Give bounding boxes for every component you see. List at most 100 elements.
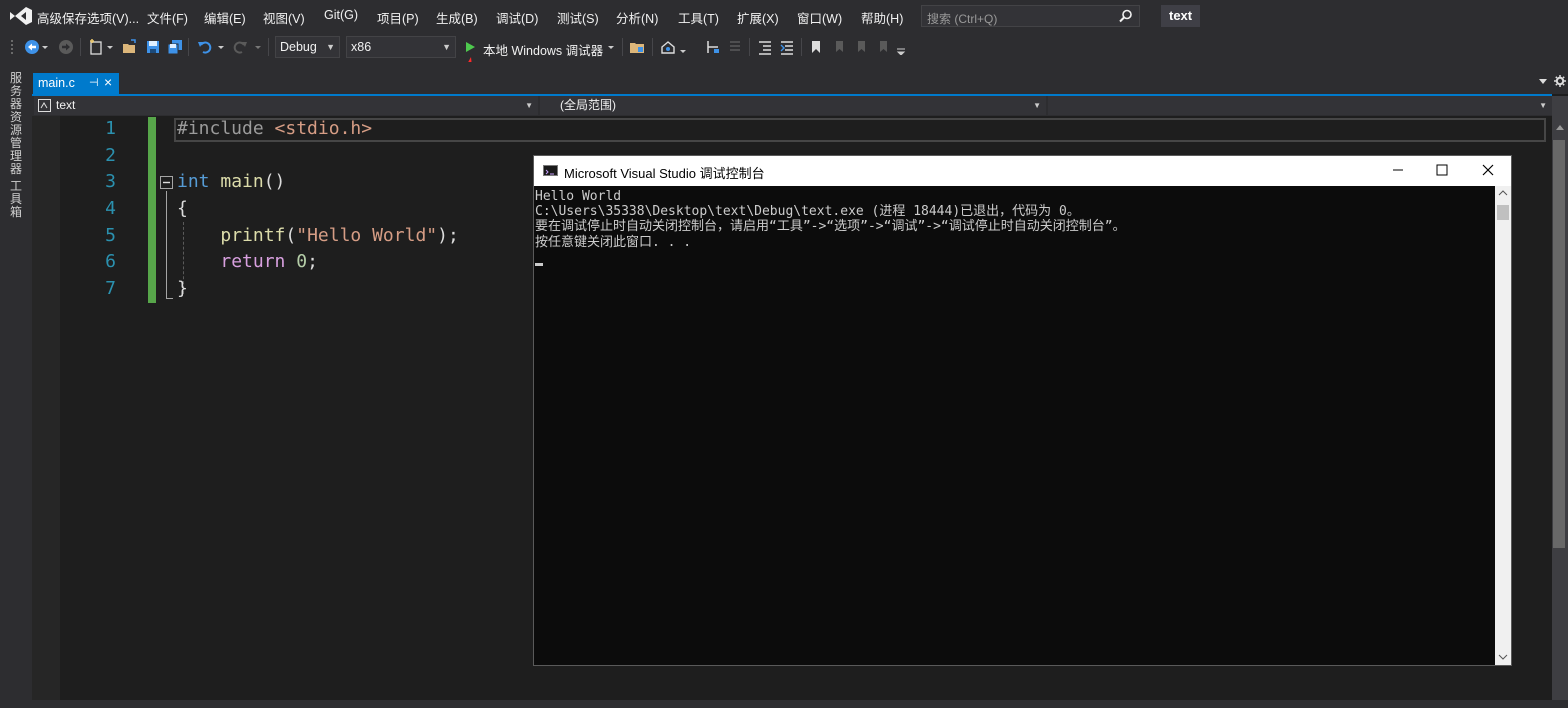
solution-name-badge: text <box>1161 5 1201 27</box>
bookmark-icon[interactable] <box>808 39 824 55</box>
close-icon[interactable]: × <box>104 74 112 90</box>
overflow-dropdown-icon[interactable] <box>679 39 687 55</box>
keyword-token: int <box>177 171 210 192</box>
line-number: 4 <box>105 198 116 219</box>
navigation-bar: text ▼ (全局范围) ▼ ▼ <box>32 96 1553 116</box>
menu-window[interactable]: 窗口(W) <box>797 8 842 27</box>
redo-dropdown-icon[interactable] <box>254 39 262 55</box>
line-number: 7 <box>105 278 116 299</box>
menu-extensions[interactable]: 扩展(X) <box>737 8 779 27</box>
gear-icon[interactable] <box>1554 75 1566 87</box>
toolbox-tab[interactable]: 工具箱 <box>10 180 24 219</box>
close-window-button[interactable] <box>1466 158 1510 184</box>
standard-toolbar: Debug ▼ x86 ▼ 本地 Windows 调试器 <box>0 32 1568 62</box>
maximize-icon <box>1436 164 1448 176</box>
chevron-down-icon: ▼ <box>442 42 451 52</box>
menu-view[interactable]: 视图(V) <box>263 8 305 27</box>
console-output-line: 要在调试停止时自动关闭控制台，请启用“工具”->“选项”->“调试”->“调试停… <box>535 219 1126 234</box>
uncomment-lines-icon[interactable] <box>779 39 795 55</box>
open-folder-icon[interactable] <box>629 39 645 55</box>
server-explorer-tab[interactable]: 服务器资源管理器 <box>10 72 24 176</box>
document-tab-strip <box>32 62 1568 94</box>
new-project-icon[interactable] <box>88 39 104 55</box>
live-share-icon[interactable] <box>660 39 676 55</box>
menu-edit[interactable]: 编辑(E) <box>204 8 246 27</box>
scope-dropdown-value: (全局范围) <box>560 98 616 112</box>
chevron-down-icon: ▼ <box>1033 101 1041 110</box>
comment-lines-icon[interactable] <box>757 39 773 55</box>
console-scrollbar-thumb[interactable] <box>1497 205 1509 220</box>
toolbar-separator <box>622 38 623 56</box>
menu-help[interactable]: 帮助(H) <box>861 8 903 27</box>
line-number: 3 <box>105 171 116 192</box>
undo-dropdown-icon[interactable] <box>217 39 225 55</box>
toolbar-separator <box>268 38 269 56</box>
menu-advanced-save[interactable]: 高级保存选项(V)... <box>37 8 139 27</box>
redo-icon[interactable] <box>232 39 248 55</box>
prev-bookmark-icon[interactable] <box>830 39 846 55</box>
console-output-line: C:\Users\35338\Desktop\text\Debug\text.e… <box>535 204 1080 219</box>
change-tracking-bar <box>148 117 156 303</box>
indicator-margin <box>32 116 60 700</box>
visual-studio-logo-icon[interactable] <box>8 6 34 26</box>
code-line-3: int main() <box>177 171 286 192</box>
scrollbar-thumb[interactable] <box>1553 140 1565 548</box>
menu-file[interactable]: 文件(F) <box>147 8 188 27</box>
menu-analyze[interactable]: 分析(N) <box>616 8 658 27</box>
step-into-icon[interactable] <box>705 39 721 55</box>
menu-tools[interactable]: 工具(T) <box>678 8 719 27</box>
solution-configuration-select[interactable]: Debug ▼ <box>275 36 340 58</box>
scroll-down-arrow-icon[interactable] <box>1498 653 1508 661</box>
line-number: 2 <box>105 145 116 166</box>
open-file-icon[interactable] <box>122 39 138 55</box>
undo-icon[interactable] <box>197 39 213 55</box>
scroll-up-arrow-icon[interactable] <box>1554 122 1566 132</box>
toolbar-overflow-icon[interactable] <box>896 39 906 55</box>
menu-build[interactable]: 生成(B) <box>436 8 478 27</box>
save-all-icon[interactable] <box>167 39 183 55</box>
code-line-1: #include <stdio.h> <box>177 118 372 139</box>
console-title: Microsoft Visual Studio 调试控制台 <box>564 166 765 181</box>
search-icon[interactable] <box>1119 9 1133 23</box>
minimize-button[interactable] <box>1376 158 1420 184</box>
back-dropdown-icon[interactable] <box>41 39 49 55</box>
scroll-up-arrow-icon[interactable] <box>1498 189 1508 197</box>
minimize-icon <box>1393 169 1403 171</box>
save-icon[interactable] <box>145 39 161 55</box>
next-bookmark-icon[interactable] <box>852 39 868 55</box>
new-dropdown-icon[interactable] <box>106 39 114 55</box>
tab-main-c[interactable]: main.c ⊣ × <box>33 73 119 94</box>
line-number: 1 <box>105 118 116 139</box>
function-name-token: main <box>220 171 264 192</box>
console-title-bar[interactable]: Microsoft Visual Studio 调试控制台 <box>534 156 1511 186</box>
member-dropdown[interactable]: ▼ <box>1048 96 1553 115</box>
scope-dropdown[interactable]: (全局范围) ▼ <box>540 96 1047 115</box>
console-scrollbar[interactable] <box>1495 186 1511 665</box>
clear-bookmarks-icon[interactable] <box>874 39 890 55</box>
navigate-back-icon[interactable] <box>24 39 40 55</box>
menu-project[interactable]: 项目(P) <box>377 8 419 27</box>
line-number: 6 <box>105 251 116 272</box>
pin-icon[interactable]: ⊣ <box>89 76 99 89</box>
outline-line-end <box>166 298 173 299</box>
include-path-token: <stdio.h> <box>274 118 373 139</box>
start-debugging-button[interactable]: 本地 Windows 调试器 <box>483 40 603 59</box>
debug-console-window[interactable]: Microsoft Visual Studio 调试控制台 Hello Worl… <box>533 155 1512 666</box>
project-dropdown[interactable]: text ▼ <box>34 96 539 115</box>
menu-git[interactable]: Git(G) <box>324 8 358 22</box>
solution-platform-value: x86 <box>351 40 372 54</box>
search-input[interactable]: 搜索 (Ctrl+Q) <box>921 5 1140 27</box>
menu-test[interactable]: 测试(S) <box>557 8 599 27</box>
tab-list-dropdown-icon[interactable] <box>1538 77 1548 85</box>
number-literal-token: 0 <box>296 251 308 272</box>
step-over-icon[interactable] <box>727 39 743 55</box>
toolbar-grip-icon[interactable] <box>10 39 16 55</box>
toolbar-separator <box>801 38 802 56</box>
collapse-outline-icon[interactable] <box>160 176 174 190</box>
close-icon <box>1482 164 1494 176</box>
solution-platform-select[interactable]: x86 ▼ <box>346 36 456 58</box>
navigate-forward-icon[interactable] <box>58 39 74 55</box>
debug-target-dropdown-icon[interactable] <box>607 39 615 55</box>
maximize-button[interactable] <box>1420 158 1464 184</box>
menu-debug[interactable]: 调试(D) <box>496 8 538 27</box>
